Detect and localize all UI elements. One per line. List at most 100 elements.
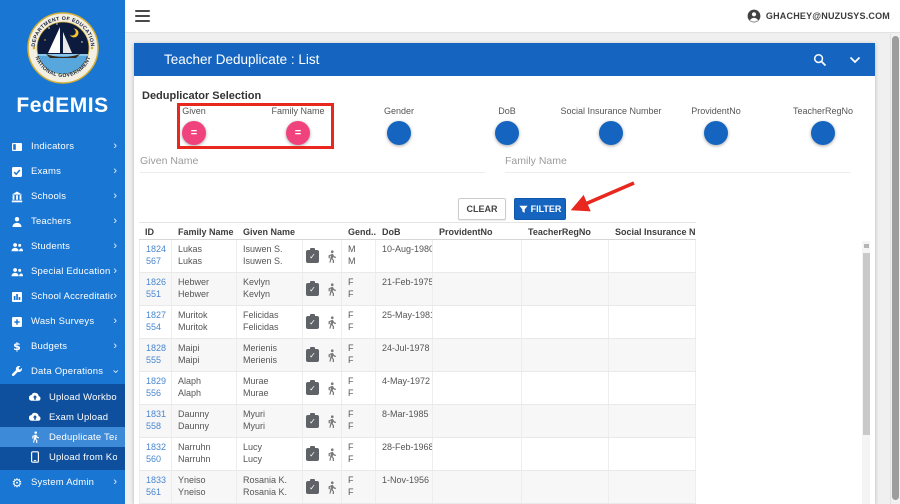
sidebar-item-students[interactable]: Students› xyxy=(0,234,125,259)
id-link[interactable]: 1827 xyxy=(146,310,171,322)
id-link[interactable]: 1826 xyxy=(146,277,171,289)
table-row[interactable]: 1824567LukasLukasIsuwen S.Isuwen S.✓MM10… xyxy=(139,240,696,273)
sidebar-item-exam-upload[interactable]: Exam Upload xyxy=(0,407,125,427)
resolve-duplicate-button[interactable]: ✓ xyxy=(306,283,319,296)
cell-teacherregno xyxy=(522,240,609,272)
id-link[interactable]: 1832 xyxy=(146,442,171,454)
cell-id: 1831558 xyxy=(139,405,172,437)
toggle-family-name-switch[interactable]: = xyxy=(286,121,310,145)
sidebar-item-school-accreditations[interactable]: School Accreditations› xyxy=(0,284,125,309)
tablet-icon xyxy=(28,451,42,464)
table-row[interactable]: 1831558DaunnyDaunnyMyuriMyuri✓FF8-Mar-19… xyxy=(139,405,696,438)
cell-id: 1833561 xyxy=(139,471,172,503)
sidebar-item-teachers[interactable]: Teachers› xyxy=(0,209,125,234)
walk-icon[interactable] xyxy=(325,382,338,395)
cell-id: 1829556 xyxy=(139,372,172,404)
table-scrollbar[interactable] xyxy=(862,241,870,504)
resolve-duplicate-button[interactable]: ✓ xyxy=(306,448,319,461)
sidebar-item-system-admin[interactable]: ⚙System Admin› xyxy=(0,470,125,495)
exams-icon xyxy=(10,165,24,178)
cell-teacherregno xyxy=(522,438,609,470)
cell-social-insurance xyxy=(609,405,696,437)
id-link[interactable]: 561 xyxy=(146,487,171,499)
toggle-providentno-switch[interactable] xyxy=(704,121,728,145)
user-account-button[interactable]: GHACHEY@NUZUSYS.COM xyxy=(747,9,890,23)
search-icon[interactable] xyxy=(813,53,827,67)
column-header-dob[interactable]: DoB xyxy=(376,223,433,239)
walk-icon[interactable] xyxy=(325,349,338,362)
id-link[interactable]: 1829 xyxy=(146,376,171,388)
column-header-actions[interactable] xyxy=(303,223,342,239)
chevron-right-icon: › xyxy=(113,141,117,152)
column-header-gend[interactable]: Gend... xyxy=(342,223,376,239)
resolve-duplicate-button[interactable]: ✓ xyxy=(306,316,319,329)
table-row[interactable]: 1826551HebwerHebwerKevlynKevlyn✓FF21-Feb… xyxy=(139,273,696,306)
resolve-duplicate-button[interactable]: ✓ xyxy=(306,481,319,494)
walk-icon[interactable] xyxy=(325,283,338,296)
clear-button[interactable]: CLEAR xyxy=(458,198,506,220)
column-header-id[interactable]: ID xyxy=(139,223,172,239)
sidebar-item-wash-surveys[interactable]: Wash Surveys› xyxy=(0,309,125,334)
sidebar-item-deduplicate-teachers[interactable]: Deduplicate Teachers xyxy=(0,427,125,447)
column-header-social-insurance-num[interactable]: Social Insurance Num... xyxy=(609,223,696,239)
table-row[interactable]: 1827554MuritokMuritokFelicidasFelicidas✓… xyxy=(139,306,696,339)
id-link[interactable]: 1833 xyxy=(146,475,171,487)
collapse-chevron-icon[interactable] xyxy=(849,56,861,64)
id-link[interactable]: 556 xyxy=(146,388,171,400)
resolve-duplicate-button[interactable]: ✓ xyxy=(306,349,319,362)
id-link[interactable]: 1831 xyxy=(146,409,171,421)
resolve-duplicate-button[interactable]: ✓ xyxy=(306,250,319,263)
column-header-family-name[interactable]: Family Name xyxy=(172,223,237,239)
id-link[interactable]: 1828 xyxy=(146,343,171,355)
sidebar-item-indicators[interactable]: Indicators› xyxy=(0,134,125,159)
page-scrollbar[interactable] xyxy=(890,33,900,504)
resolve-duplicate-button[interactable]: ✓ xyxy=(306,415,319,428)
walk-icon[interactable] xyxy=(325,481,338,494)
id-link[interactable]: 560 xyxy=(146,454,171,466)
id-link[interactable]: 1824 xyxy=(146,244,171,256)
family-name-input[interactable] xyxy=(505,150,850,173)
table-row[interactable]: 1833561YneisoYneisoRosania K.Rosania K.✓… xyxy=(139,471,696,504)
table-row[interactable]: 1829556AlaphAlaphMuraeMurae✓FF4-May-1972 xyxy=(139,372,696,405)
walk-icon[interactable] xyxy=(325,316,338,329)
sidebar-item-upload-workbook[interactable]: Upload Workbook xyxy=(0,387,125,407)
column-header-given-name[interactable]: Given Name xyxy=(237,223,303,239)
toggle-social-insurance-number-switch[interactable] xyxy=(599,121,623,145)
schools-icon xyxy=(10,190,24,203)
id-link[interactable]: 555 xyxy=(146,355,171,367)
cell-dob: 28-Feb-1968 xyxy=(376,438,433,470)
page-scrollbar-thumb[interactable] xyxy=(892,36,899,500)
column-header-teacherregno[interactable]: TeacherRegNo xyxy=(522,223,609,239)
id-link[interactable]: 551 xyxy=(146,289,171,301)
column-header-providentno[interactable]: ProvidentNo xyxy=(433,223,522,239)
hamburger-menu-button[interactable] xyxy=(135,10,150,22)
table-row[interactable]: 1832560NarruhnNarruhnLucyLucy✓FF28-Feb-1… xyxy=(139,438,696,471)
toggle-teacherregno-switch[interactable] xyxy=(811,121,835,145)
cell-actions: ✓ xyxy=(303,438,342,470)
toggle-dob-switch[interactable] xyxy=(495,121,519,145)
cell-given-name: LucyLucy xyxy=(237,438,303,470)
resolve-duplicate-button[interactable]: ✓ xyxy=(306,382,319,395)
walk-icon[interactable] xyxy=(325,415,338,428)
cell-social-insurance xyxy=(609,471,696,503)
cell-teacherregno xyxy=(522,306,609,338)
walk-icon[interactable] xyxy=(325,250,338,263)
sidebar-item-special-education[interactable]: Special Education› xyxy=(0,259,125,284)
sidebar-item-data-operations[interactable]: Data Operations› xyxy=(0,359,125,384)
toggle-gender-switch[interactable] xyxy=(387,121,411,145)
walk-icon[interactable] xyxy=(325,448,338,461)
id-link[interactable]: 558 xyxy=(146,421,171,433)
toggle-given-switch[interactable]: = xyxy=(182,121,206,145)
table-row[interactable]: 1828555MaipiMaipiMerienisMerienis✓FF24-J… xyxy=(139,339,696,372)
given-name-input[interactable] xyxy=(140,150,485,173)
content-card: Teacher Deduplicate : List Deduplicator … xyxy=(134,43,875,504)
table-scrollbar-thumb[interactable] xyxy=(863,253,870,435)
sidebar-item-schools[interactable]: Schools› xyxy=(0,184,125,209)
filter-button[interactable]: FILTER xyxy=(514,198,566,220)
id-link[interactable]: 567 xyxy=(146,256,171,268)
cell-social-insurance xyxy=(609,339,696,371)
id-link[interactable]: 554 xyxy=(146,322,171,334)
sidebar-item-budgets[interactable]: $Budgets› xyxy=(0,334,125,359)
sidebar-item-upload-from-kobo[interactable]: Upload from Kobo xyxy=(0,447,125,467)
sidebar-item-exams[interactable]: Exams› xyxy=(0,159,125,184)
